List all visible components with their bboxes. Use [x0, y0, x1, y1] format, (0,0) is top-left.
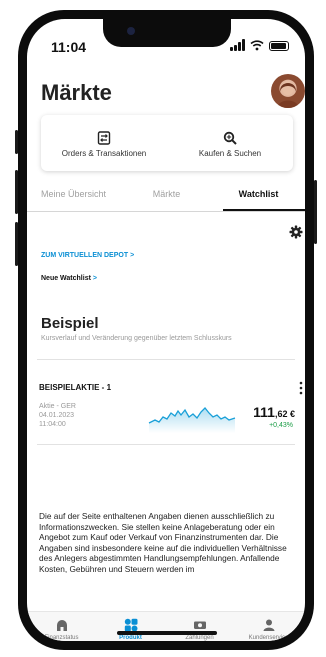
app-screen: 11:04 Märkte Orders & Transaktionen Kauf… [27, 19, 305, 641]
virtual-depot-link[interactable]: ZUM VIRTUELLEN DEPOT > [41, 252, 134, 259]
buy-search-label: Kaufen & Suchen [198, 149, 262, 158]
tab-markets[interactable]: Märkte [120, 189, 213, 199]
nav-label: Produkt [119, 635, 142, 641]
stock-date: 04.01.2023 [39, 412, 75, 419]
active-tab-indicator [223, 209, 305, 211]
tab-bar: Meine Übersicht Märkte Watchlist [27, 189, 305, 212]
tab-watchlist[interactable]: Watchlist [212, 189, 305, 199]
buy-search-button[interactable]: Kaufen & Suchen [167, 115, 293, 171]
volume-down-button [15, 222, 18, 266]
notch [103, 19, 231, 47]
status-icons [230, 39, 289, 51]
nav-label: Finanzstatus [44, 635, 79, 641]
camera-dot [127, 27, 135, 35]
orders-transactions-button[interactable]: Orders & Transaktionen [41, 115, 167, 171]
battery-icon [269, 41, 289, 51]
status-time: 11:04 [51, 39, 87, 55]
price-decimals: ,62 € [274, 409, 295, 419]
mute-switch [15, 130, 18, 154]
nav-finanzstatus[interactable]: Finanzstatus [27, 618, 96, 641]
stock-meta: Aktie - GER 04.01.2023 11:04:00 [39, 402, 76, 429]
nav-label: Zahlungen [185, 635, 214, 641]
stock-time: 11:04:00 [39, 421, 66, 428]
page-title: Märkte [41, 80, 112, 105]
stock-sparkline [148, 407, 236, 433]
signal-icon [230, 39, 245, 51]
nav-kundenservice[interactable]: Kundenservice [234, 618, 303, 641]
nav-zahlungen[interactable]: Zahlungen [165, 618, 234, 641]
power-button [314, 180, 317, 244]
wifi-icon [250, 40, 264, 51]
orders-icon [97, 131, 111, 145]
price-main: 111 [253, 404, 275, 420]
divider [37, 359, 295, 360]
nav-produkt[interactable]: Produkt [96, 618, 165, 641]
watchlist-subtitle: Kursverlauf und Veränderung gegenüber le… [41, 335, 232, 342]
gear-icon[interactable] [289, 225, 303, 239]
more-options-icon[interactable] [299, 381, 303, 395]
tab-overview[interactable]: Meine Übersicht [27, 189, 120, 199]
bottom-nav: Finanzstatus Produkt Zahlungen Kundenser… [27, 611, 305, 641]
product-icon [124, 618, 137, 632]
stock-change: +0,43% [269, 422, 293, 429]
quick-actions-card: Orders & Transaktionen Kaufen & Suchen [41, 115, 293, 171]
orders-label: Orders & Transaktionen [61, 149, 147, 158]
stock-name[interactable]: BEISPIELAKTIE - 1 [39, 383, 111, 392]
new-watchlist-label: Neue Watchlist [41, 275, 91, 282]
disclaimer-text: Die auf der Seite enthaltenen Angaben di… [39, 511, 287, 574]
payments-icon [193, 621, 206, 629]
avatar-portrait-icon [277, 81, 299, 108]
new-watchlist-link[interactable]: Neue Watchlist > [41, 275, 97, 282]
stock-market: Aktie - GER [39, 403, 76, 410]
chevron-right-icon: > [92, 275, 97, 282]
virtual-depot-label: ZUM VIRTUELLEN DEPOT [41, 252, 129, 259]
avatar[interactable] [271, 74, 305, 108]
nav-label: Kundenservice [248, 635, 289, 641]
watchlist-title: Beispiel [41, 315, 99, 332]
home-indicator [117, 631, 217, 635]
chevron-right-icon: > [130, 252, 135, 259]
customer-service-icon [263, 619, 274, 631]
search-icon [223, 131, 237, 145]
bank-icon [56, 620, 67, 631]
divider [37, 444, 295, 445]
volume-up-button [15, 170, 18, 214]
stock-price: 111,62 € [253, 404, 295, 420]
